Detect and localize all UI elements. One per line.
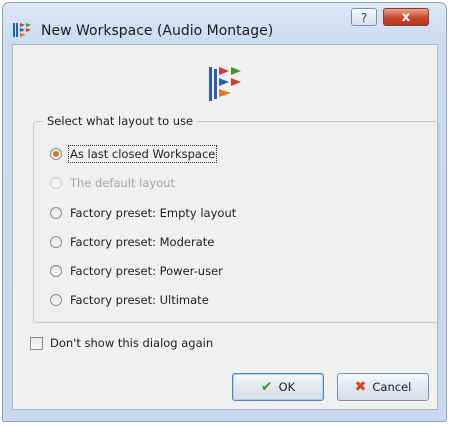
- title-bar[interactable]: New Workspace (Audio Montage) ? x: [3, 3, 446, 43]
- radio-ultimate[interactable]: Factory preset: Ultimate: [50, 291, 209, 309]
- radio-button-disabled: [50, 177, 62, 189]
- radio-label: Factory preset: Empty layout: [70, 206, 237, 220]
- close-icon: x: [401, 10, 411, 25]
- layout-group-legend: Select what layout to use: [43, 114, 198, 128]
- help-icon: ?: [360, 11, 368, 25]
- radio-as-last-closed[interactable]: As last closed Workspace: [50, 145, 218, 163]
- radio-button[interactable]: [50, 236, 62, 248]
- cancel-label: Cancel: [372, 380, 412, 394]
- radio-default-layout: The default layout: [50, 174, 175, 192]
- radio-label: Factory preset: Moderate: [70, 235, 215, 249]
- radio-label: The default layout: [70, 176, 176, 190]
- checkmark-icon: ✔: [260, 379, 273, 395]
- dont-show-again-checkbox[interactable]: [30, 336, 43, 350]
- radio-button[interactable]: [50, 294, 62, 306]
- dialog-body: Select what layout to use As last closed…: [12, 44, 440, 410]
- radio-button[interactable]: [50, 207, 62, 219]
- app-logo-icon: [13, 23, 31, 37]
- radio-power-user[interactable]: Factory preset: Power-user: [50, 262, 223, 280]
- radio-label: Factory preset: Power-user: [70, 264, 223, 278]
- radio-empty-layout[interactable]: Factory preset: Empty layout: [50, 204, 236, 222]
- radio-label: Factory preset: Ultimate: [70, 293, 209, 307]
- radio-button-checked[interactable]: [50, 148, 62, 160]
- window-title: New Workspace (Audio Montage): [41, 23, 274, 39]
- ok-button[interactable]: ✔ OK: [232, 373, 324, 401]
- ok-label: OK: [278, 380, 296, 394]
- radio-moderate[interactable]: Factory preset: Moderate: [50, 233, 214, 251]
- cancel-button[interactable]: ✖ Cancel: [337, 373, 429, 401]
- x-icon: ✖: [354, 379, 367, 395]
- radio-label: As last closed Workspace: [67, 145, 218, 163]
- help-button[interactable]: ?: [351, 8, 377, 26]
- workspace-logo-icon: [209, 67, 241, 101]
- radio-button[interactable]: [50, 265, 62, 277]
- close-button[interactable]: x: [383, 8, 429, 26]
- dont-show-again-row[interactable]: Don't show this dialog again: [30, 334, 213, 352]
- dialog-window: New Workspace (Audio Montage) ? x Select…: [2, 2, 447, 422]
- dont-show-again-label: Don't show this dialog again: [50, 336, 214, 350]
